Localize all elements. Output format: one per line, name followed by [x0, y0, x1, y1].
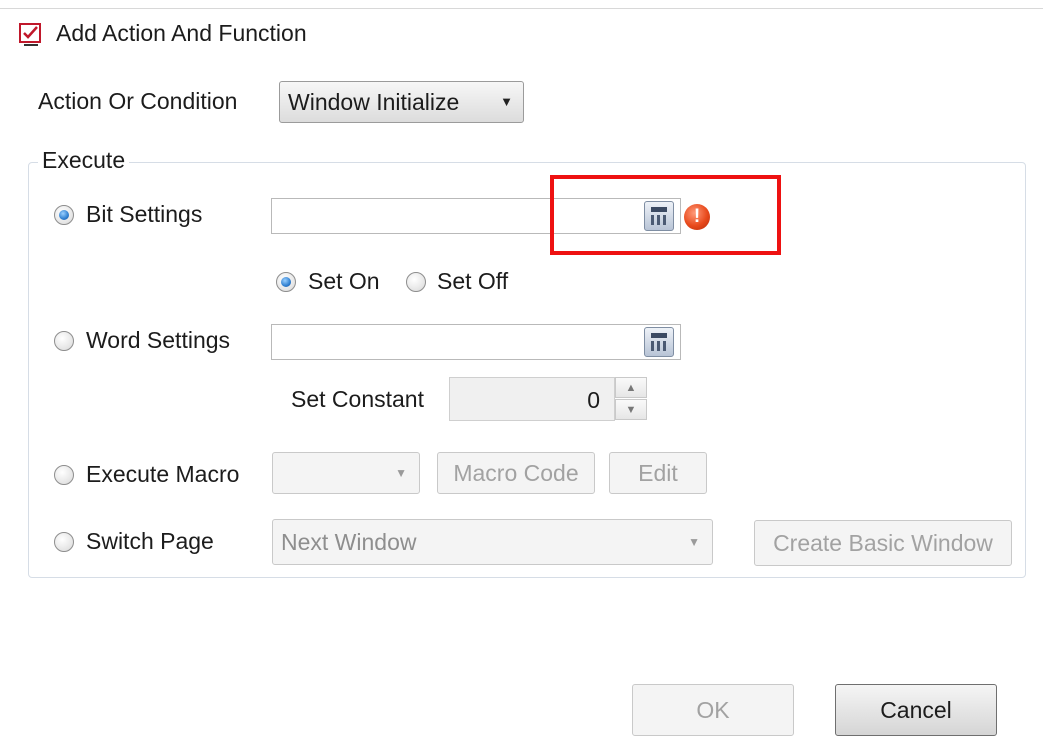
spin-up-icon[interactable]: ▲ [615, 377, 647, 398]
chevron-down-icon: ▼ [500, 94, 513, 109]
edit-macro-button[interactable]: Edit [609, 452, 707, 494]
spin-down-icon[interactable]: ▼ [615, 399, 647, 420]
word-settings-address-field[interactable] [271, 324, 681, 360]
switch-page-radio[interactable] [54, 532, 74, 552]
set-on-radio[interactable] [276, 272, 296, 292]
set-off-label: Set Off [437, 268, 509, 294]
macro-code-button[interactable]: Macro Code [437, 452, 595, 494]
top-border [0, 8, 1043, 9]
action-or-condition-select[interactable]: Window Initialize ▼ [279, 81, 524, 123]
chevron-down-icon: ▼ [395, 466, 407, 480]
cancel-button[interactable]: Cancel [835, 684, 997, 736]
highlight-annotation-box [550, 175, 781, 255]
bit-settings-radio[interactable] [54, 205, 74, 225]
ok-button[interactable]: OK [632, 684, 794, 736]
action-or-condition-label: Action Or Condition [38, 88, 238, 114]
set-off-radio[interactable] [406, 272, 426, 292]
execute-macro-radio[interactable] [54, 465, 74, 485]
switch-page-label: Switch Page [86, 528, 214, 554]
set-on-label: Set On [308, 268, 380, 294]
word-settings-radio[interactable] [54, 331, 74, 351]
calculator-screen [651, 333, 667, 338]
window-title: Add Action And Function [56, 20, 307, 46]
switch-page-select[interactable]: Next Window ▼ [272, 519, 713, 565]
chevron-down-icon: ▼ [688, 535, 700, 549]
set-constant-label: Set Constant [291, 386, 424, 412]
set-constant-input[interactable]: 0 [449, 377, 615, 421]
action-or-condition-value: Window Initialize [288, 89, 460, 115]
execute-macro-label: Execute Macro [86, 461, 240, 487]
create-basic-window-button[interactable]: Create Basic Window [754, 520, 1012, 566]
switch-page-value: Next Window [281, 529, 417, 555]
calculator-icon[interactable] [644, 327, 674, 357]
checklist-icon [19, 23, 41, 46]
macro-select[interactable]: ▼ [272, 452, 420, 494]
word-settings-label: Word Settings [86, 327, 231, 353]
execute-group-legend: Execute [38, 147, 130, 174]
calculator-keys [651, 341, 667, 351]
bit-settings-label: Bit Settings [86, 201, 203, 227]
